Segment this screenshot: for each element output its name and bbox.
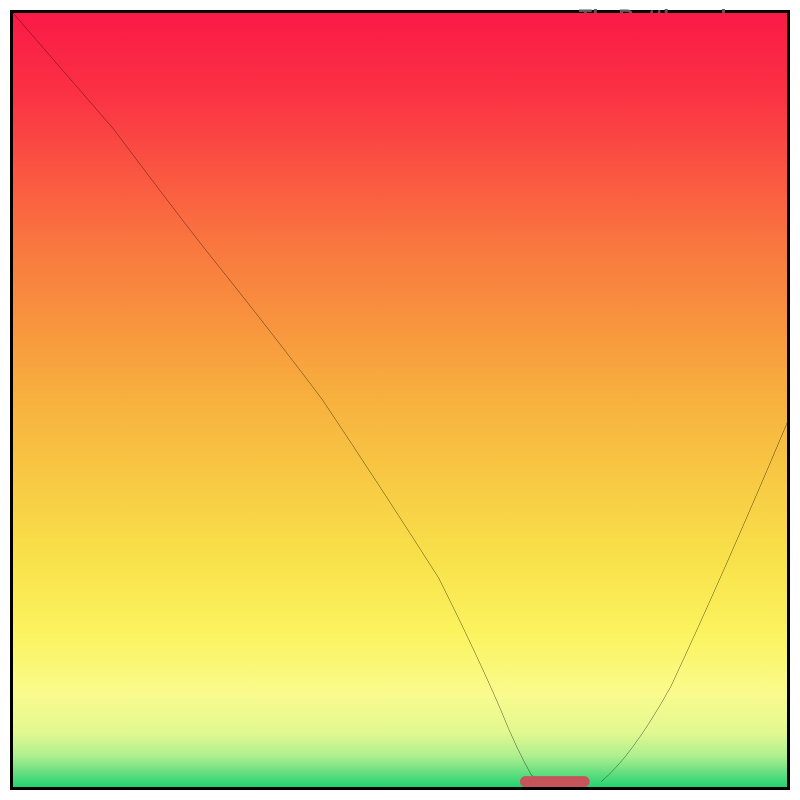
bottleneck-curve	[13, 13, 555, 783]
bottleneck-curve-right	[601, 423, 787, 781]
chart-frame: TheBottleneck.com	[10, 10, 790, 790]
plot-area	[13, 13, 787, 787]
chart-svg	[13, 13, 787, 787]
optimum-marker	[520, 776, 590, 787]
